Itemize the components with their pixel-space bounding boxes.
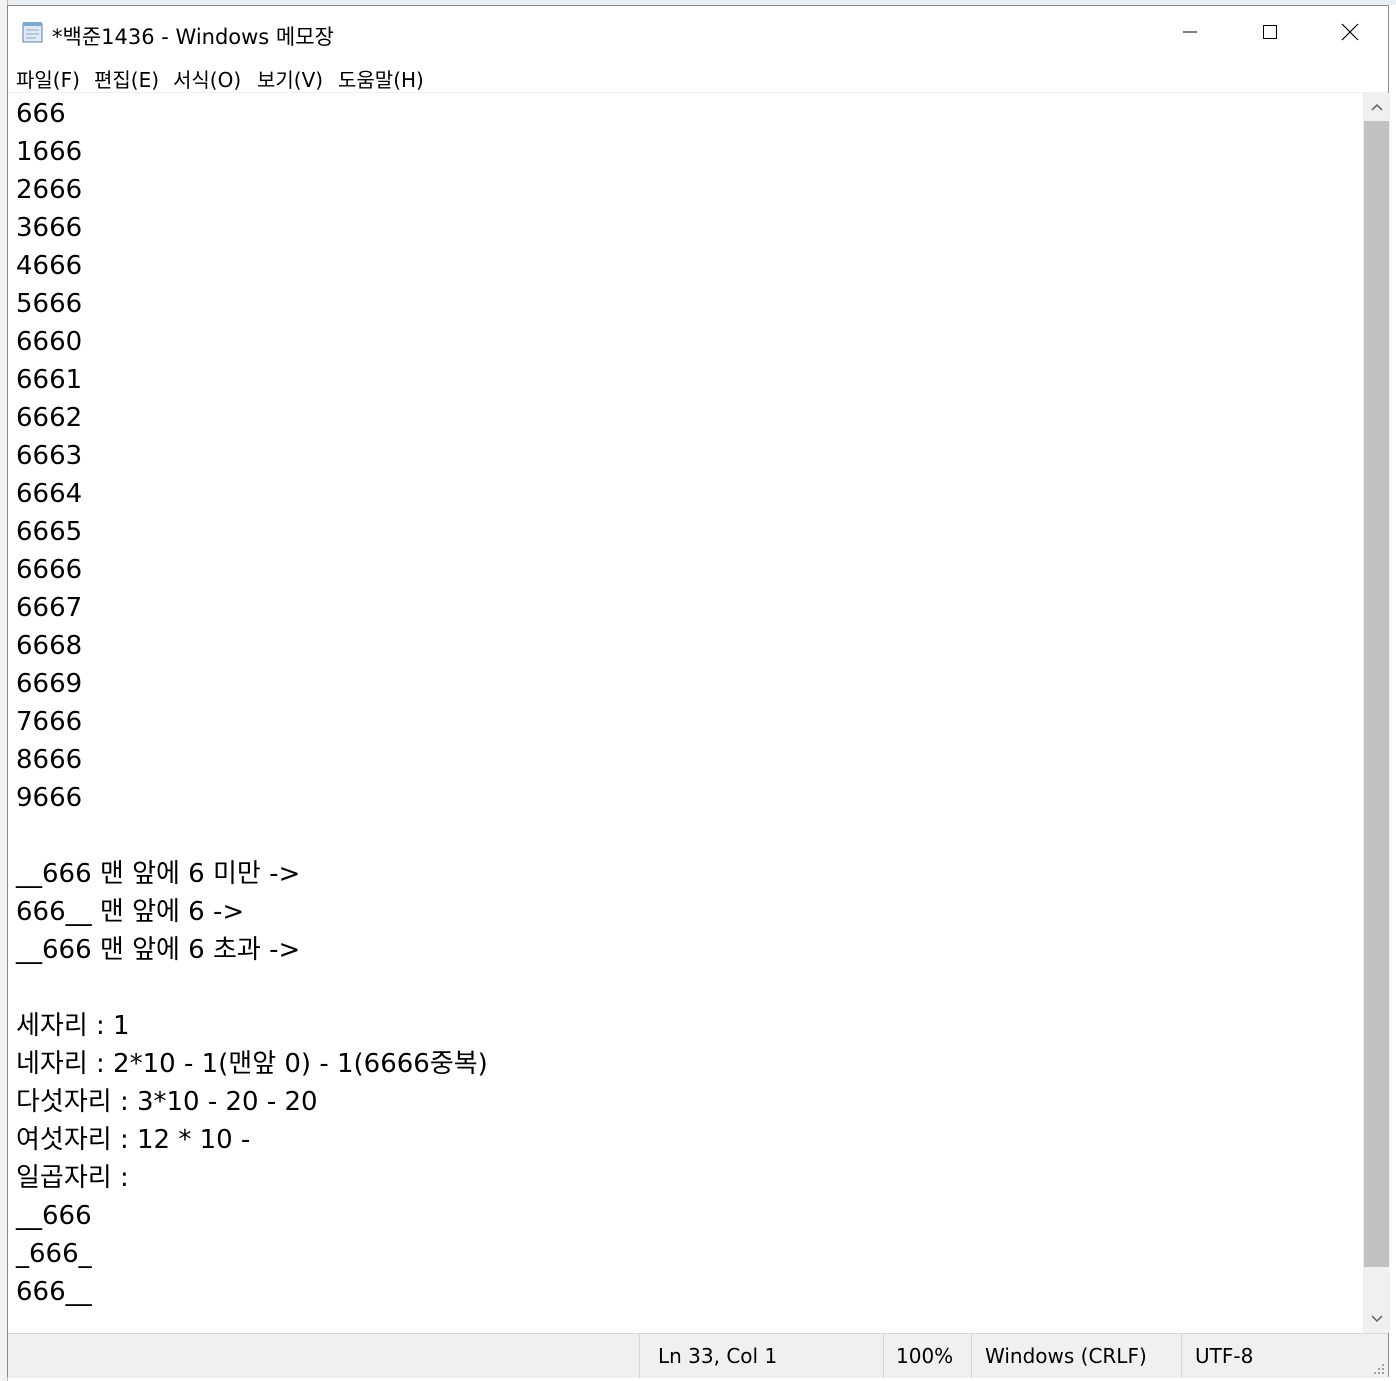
vertical-scrollbar[interactable] [1363, 93, 1390, 1333]
resize-grip-icon[interactable] [1370, 1360, 1386, 1376]
editor-line: 666 [16, 99, 66, 129]
editor-line: __666 맨 앞에 6 미만 -> [16, 859, 301, 889]
editor-line: 6667 [16, 593, 83, 623]
editor-line: 6660 [16, 327, 83, 357]
editor-line: 6662 [16, 403, 83, 433]
editor-content: 666 1666 2666 3666 4666 5666 6660 6661 6662 6663 6… [16, 95, 488, 1311]
notepad-window: *백준1436 - Windows 메모장 파일(F) 편집(E) 서식(O) … [7, 5, 1390, 1378]
editor-line: __666 맨 앞에 6 초과 -> [16, 935, 301, 965]
editor-line: 6668 [16, 631, 83, 661]
editor-line [16, 817, 488, 855]
status-line-ending: Windows (CRLF) [971, 1334, 1181, 1378]
menu-bar: 파일(F) 편집(E) 서식(O) 보기(V) 도움말(H) [8, 62, 1388, 93]
editor-line [16, 969, 488, 1007]
editor-line: 네자리 : 2*10 - 1(맨앞 0) - 1(6666중복) [16, 1049, 488, 1079]
editor-line: 5666 [16, 289, 83, 319]
scroll-up-button[interactable] [1363, 93, 1390, 121]
status-cursor-position: Ln 33, Col 1 [639, 1334, 883, 1378]
window-title: *백준1436 - Windows 메모장 [52, 25, 334, 49]
chevron-up-icon [1370, 103, 1383, 111]
editor-line: 다섯자리 : 3*10 - 20 - 20 [16, 1087, 318, 1117]
menu-edit[interactable]: 편집(E) [94, 64, 159, 93]
editor-line: 세자리 : 1 [16, 1011, 130, 1041]
chevron-down-icon [1370, 1315, 1383, 1323]
editor-line: 6661 [16, 365, 83, 395]
editor-line: 6664 [16, 479, 83, 509]
menu-view[interactable]: 보기(V) [257, 64, 323, 93]
editor-line: 1666 [16, 137, 83, 167]
menu-format[interactable]: 서식(O) [173, 64, 241, 93]
editor-line: 6663 [16, 441, 83, 471]
editor-line: 9666 [16, 783, 83, 813]
editor-line: 4666 [16, 251, 83, 281]
editor-line: 666__ [16, 1277, 92, 1307]
editor-line: 7666 [16, 707, 83, 737]
editor-line: 8666 [16, 745, 83, 775]
editor-line: 666__ 맨 앞에 6 -> [16, 897, 245, 927]
editor-line: 6665 [16, 517, 83, 547]
minimize-icon [1183, 31, 1197, 33]
editor-line: 6666 [16, 555, 83, 585]
menu-file[interactable]: 파일(F) [16, 64, 80, 93]
scroll-down-button[interactable] [1363, 1305, 1390, 1333]
status-bar: Ln 33, Col 1 100% Windows (CRLF) UTF-8 [8, 1333, 1388, 1378]
editor-line: 2666 [16, 175, 83, 205]
editor-line: 6669 [16, 669, 83, 699]
maximize-icon [1263, 25, 1277, 39]
close-button[interactable] [1310, 6, 1390, 58]
status-encoding: UTF-8 [1181, 1334, 1361, 1378]
scrollbar-thumb[interactable] [1364, 121, 1389, 1267]
editor-line: 여섯자리 : 12 * 10 - [16, 1125, 251, 1155]
minimize-button[interactable] [1150, 6, 1230, 58]
notepad-icon[interactable] [20, 20, 46, 44]
status-zoom: 100% [883, 1334, 971, 1378]
editor-line: __666 [16, 1201, 92, 1231]
editor-line: 3666 [16, 213, 83, 243]
text-editor[interactable]: 666 1666 2666 3666 4666 5666 6660 6661 6662 6663 6… [8, 93, 1363, 1333]
editor-line: 일곱자리 : [16, 1163, 129, 1193]
maximize-button[interactable] [1230, 6, 1310, 58]
title-bar[interactable]: *백준1436 - Windows 메모장 [8, 6, 1388, 62]
menu-help[interactable]: 도움말(H) [338, 64, 424, 93]
editor-line: _666_ [16, 1239, 92, 1269]
close-icon [1341, 23, 1359, 41]
